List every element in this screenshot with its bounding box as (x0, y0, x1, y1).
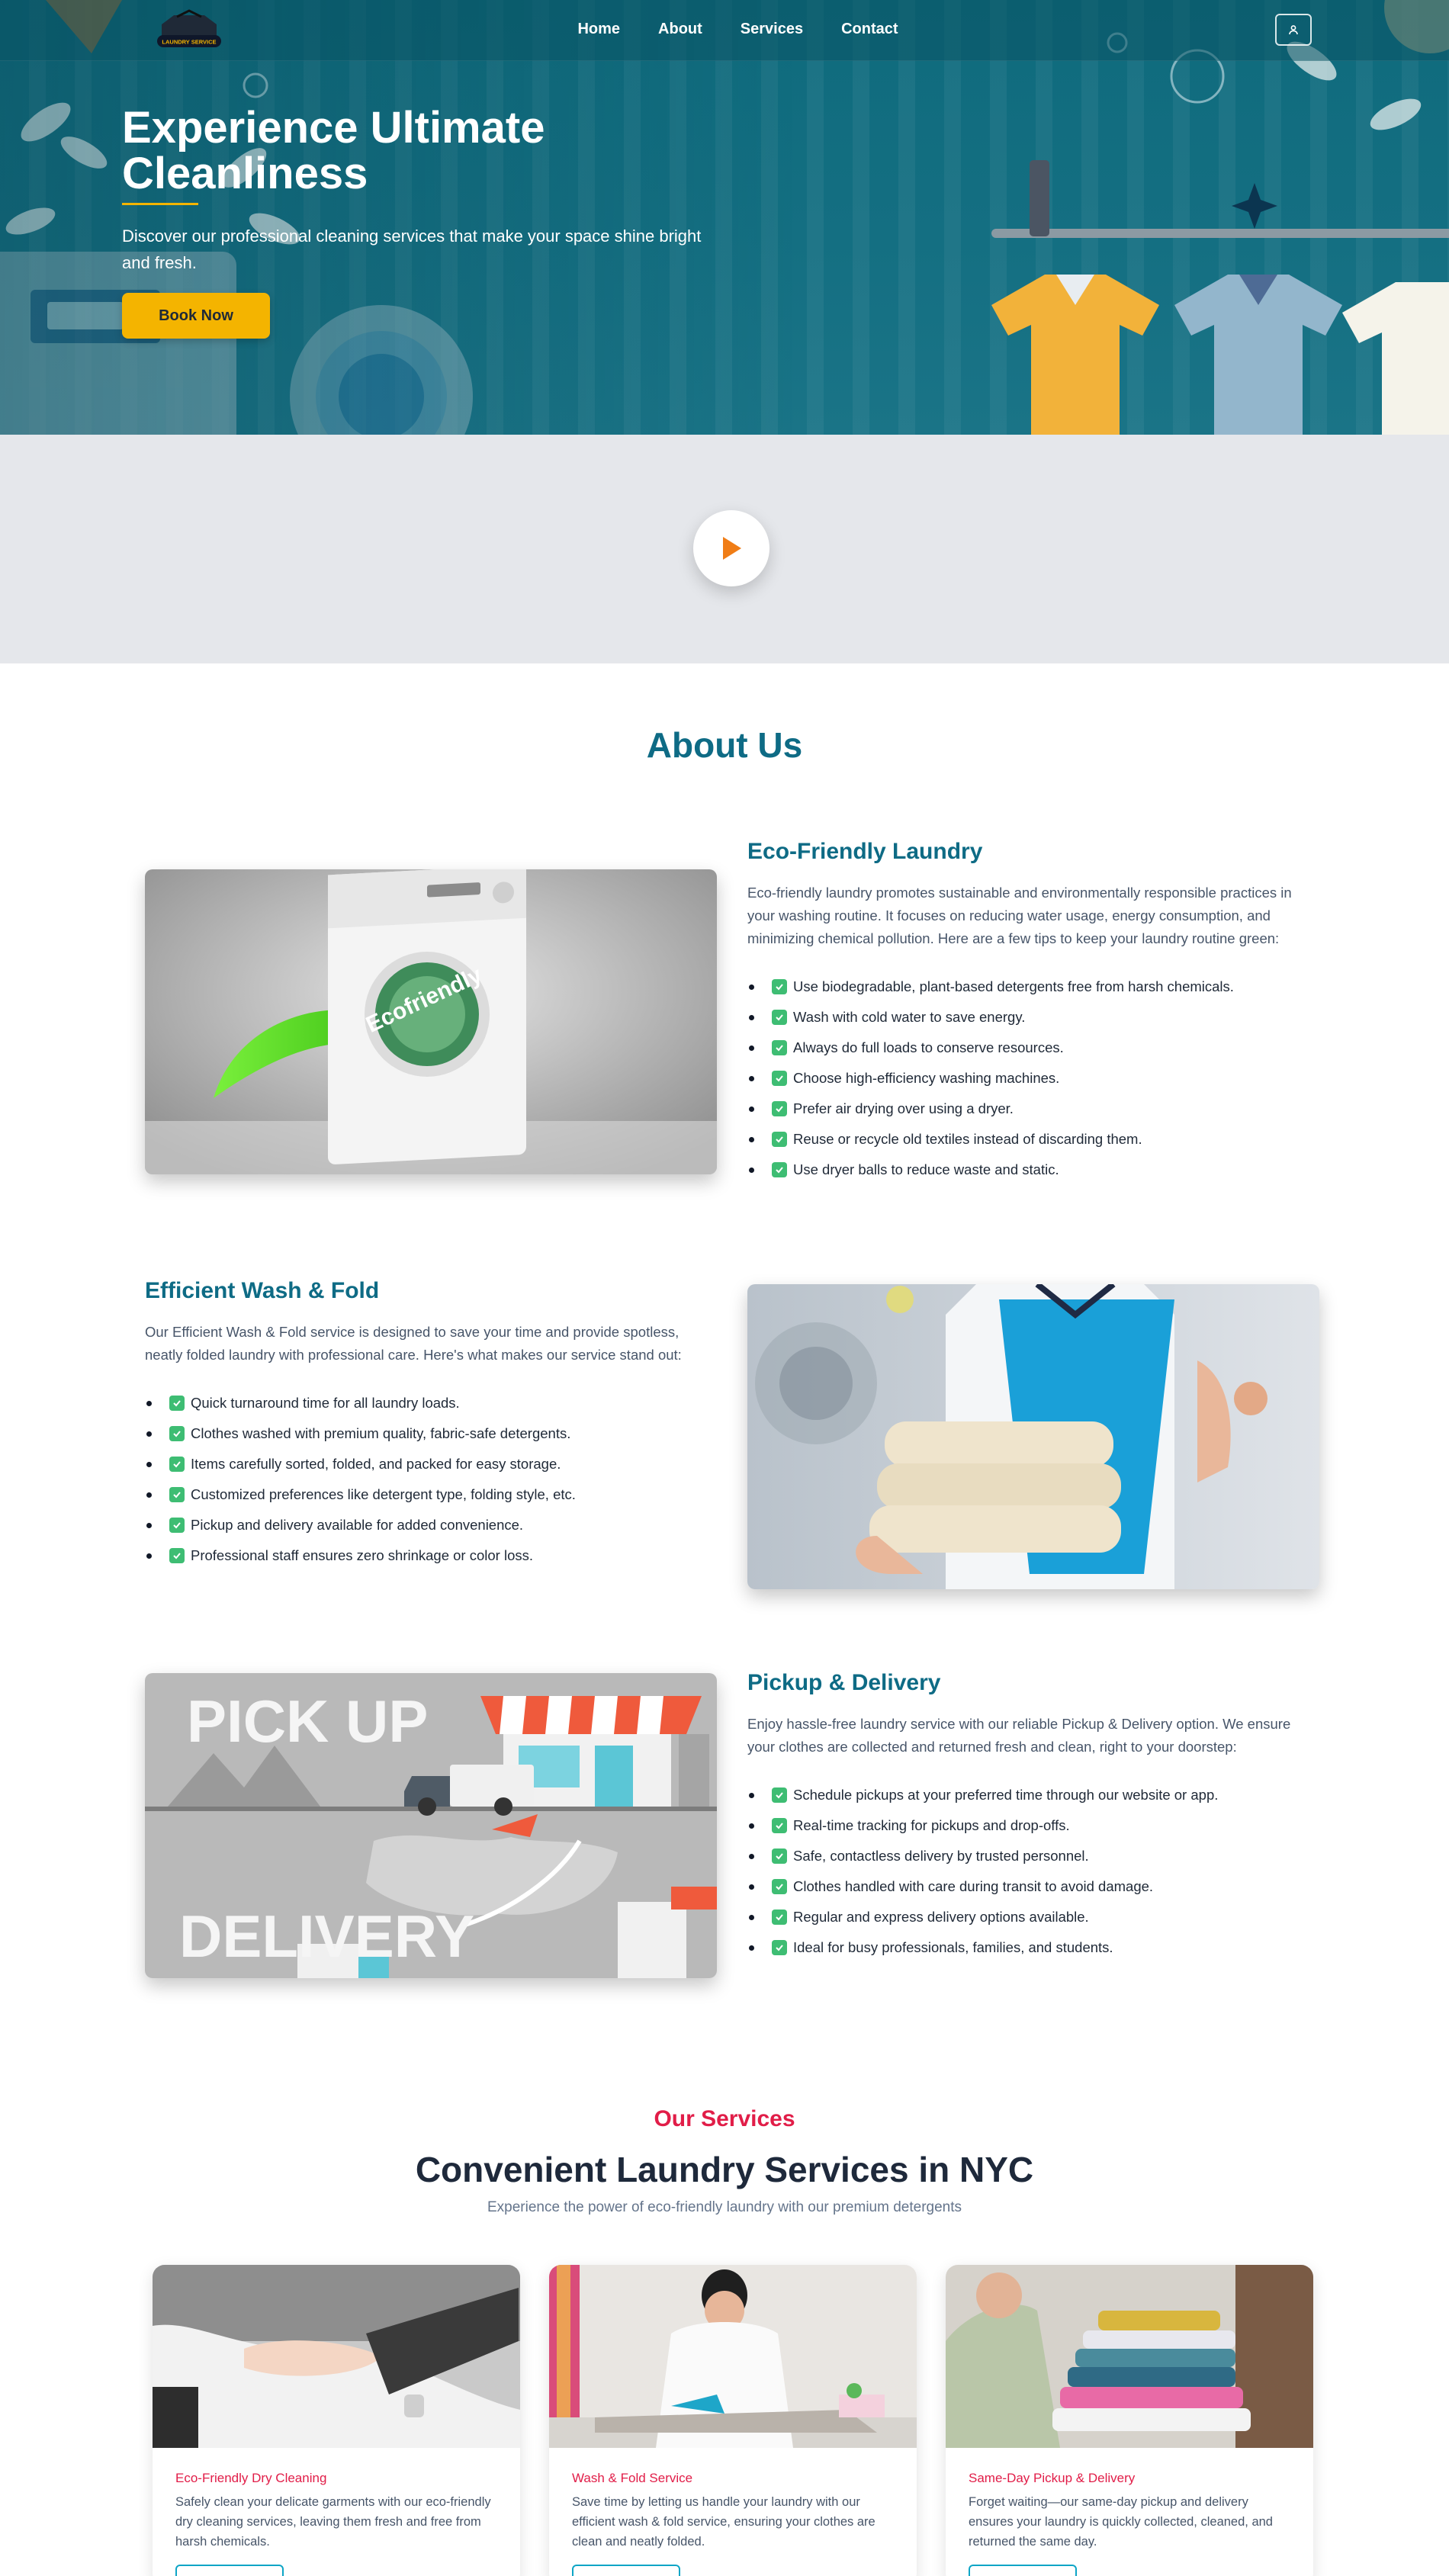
hero-section: LAUNDRY SERVICE Home About Services Cont… (0, 0, 1449, 435)
checkbox-icon (772, 1818, 787, 1833)
pickup-image-label: PICK UP (187, 1688, 428, 1755)
dry-cleaning-image (153, 2265, 520, 2448)
list-item: Items carefully sorted, folded, and pack… (145, 1449, 717, 1479)
hero-title: Experience Ultimate Cleanliness (122, 103, 545, 198)
checkbox-icon (169, 1487, 185, 1502)
list-item: Real-time tracking for pickups and drop-… (747, 1810, 1319, 1841)
checkbox-icon (772, 1848, 787, 1864)
list-item: Always do full loads to conserve resourc… (747, 1033, 1319, 1063)
same-day-title: Same-Day Pickup & Delivery (969, 2471, 1136, 2485)
checkbox-icon (772, 1940, 787, 1955)
delivery-image-label: DELIVERY (179, 1903, 474, 1970)
logo-text: LAUNDRY SERVICE (162, 39, 216, 46)
services-title: Convenient Laundry Services in NYC (415, 2150, 1034, 2189)
list-item: Customized preferences like detergent ty… (145, 1479, 717, 1510)
list-item: Quick turnaround time for all laundry lo… (145, 1388, 717, 1418)
eco-washing-machine-illustration: Ecofriendly (145, 869, 717, 1174)
video-section (0, 435, 1449, 663)
services-subtitle: Experience the power of eco-friendly lau… (487, 2199, 962, 2215)
play-icon (723, 537, 741, 560)
book-now-button[interactable]: Book Now (122, 293, 270, 339)
wash-fold-service-title: Wash & Fold Service (572, 2471, 693, 2485)
nav-link-home[interactable]: Home (577, 21, 620, 38)
wash-fold-heading: Efficient Wash & Fold (145, 1278, 380, 1303)
wash-fold-list: Quick turnaround time for all laundry lo… (145, 1388, 717, 1571)
eco-friendly-image: Ecofriendly (145, 869, 717, 1174)
nav-link-contact[interactable]: Contact (841, 21, 898, 38)
service-card-wash-fold[interactable]: Wash & Fold Service Save time by letting… (549, 2265, 917, 2576)
nav-link-services[interactable]: Services (741, 21, 803, 38)
wash-fold-description: Our Efficient Wash & Fold service is des… (145, 1324, 682, 1363)
list-item: Use biodegradable, plant-based detergent… (747, 972, 1319, 1002)
hero-shade (0, 0, 1449, 435)
checkbox-icon (169, 1518, 185, 1533)
checkbox-icon (169, 1426, 185, 1441)
checkbox-icon (772, 1040, 787, 1055)
checkbox-icon (169, 1396, 185, 1411)
list-item: Reuse or recycle old textiles instead of… (747, 1124, 1319, 1155)
checkbox-icon (772, 1879, 787, 1894)
pickup-delivery-heading: Pickup & Delivery (747, 1670, 941, 1695)
checkbox-icon (772, 1132, 787, 1147)
list-item: Schedule pickups at your preferred time … (747, 1780, 1319, 1810)
wash-fold-section: Efficient Wash & Fold Our Efficient Wash… (145, 1278, 717, 1571)
top-navbar: LAUNDRY SERVICE Home About Services Cont… (0, 0, 1449, 61)
checkbox-icon (772, 979, 787, 994)
dry-cleaning-title: Eco-Friendly Dry Cleaning (175, 2471, 327, 2485)
list-item: Use dryer balls to reduce waste and stat… (747, 1155, 1319, 1185)
checkbox-icon (772, 1910, 787, 1925)
list-item: Regular and express delivery options ava… (747, 1902, 1319, 1932)
checkbox-icon (169, 1457, 185, 1472)
pickup-delivery-list: Schedule pickups at your preferred time … (747, 1780, 1319, 1963)
checkbox-icon (772, 1010, 787, 1025)
list-item: Prefer air drying over using a dryer. (747, 1094, 1319, 1124)
eco-friendly-description: Eco-friendly laundry promotes sustainabl… (747, 885, 1292, 946)
folded-towels-photo (747, 1284, 1319, 1589)
play-video-button[interactable] (693, 510, 769, 586)
checkbox-icon (772, 1101, 787, 1116)
list-item: Ideal for busy professionals, families, … (747, 1932, 1319, 1963)
same-day-learn-more-button[interactable] (969, 2565, 1077, 2576)
nav-link-about[interactable]: About (658, 21, 702, 38)
list-item: Pickup and delivery available for added … (145, 1510, 717, 1540)
checkbox-icon (772, 1787, 787, 1803)
eco-friendly-section: Eco-Friendly Laundry Eco-friendly laundr… (747, 839, 1319, 1185)
dry-cleaning-learn-more-button[interactable] (175, 2565, 284, 2576)
pickup-delivery-description: Enjoy hassle-free laundry service with o… (747, 1716, 1291, 1755)
checkbox-icon (772, 1071, 787, 1086)
wash-fold-image (747, 1284, 1319, 1589)
wash-fold-service-text: Save time by letting us handle your laun… (572, 2495, 876, 2549)
list-item: Clothes washed with premium quality, fab… (145, 1418, 717, 1449)
wash-fold-learn-more-button[interactable] (572, 2565, 680, 2576)
pickup-delivery-section: Pickup & Delivery Enjoy hassle-free laun… (747, 1670, 1319, 1963)
list-item: Professional staff ensures zero shrinkag… (145, 1540, 717, 1571)
service-card-same-day[interactable]: Same-Day Pickup & Delivery Forget waitin… (946, 2265, 1313, 2576)
wash-fold-service-image (549, 2265, 917, 2448)
user-account-button[interactable] (1275, 14, 1312, 46)
about-title: About Us (646, 725, 803, 765)
service-card-dry-cleaning[interactable]: Eco-Friendly Dry Cleaning Safely clean y… (153, 2265, 520, 2576)
same-day-text: Forget waiting—our same-day pickup and d… (969, 2495, 1273, 2549)
user-icon (1289, 25, 1298, 35)
services-eyebrow: Our Services (654, 2106, 795, 2131)
list-item: Clothes handled with care during transit… (747, 1871, 1319, 1902)
pickup-delivery-illustration: PICK UP DELIVERY (145, 1673, 717, 1978)
list-item: Choose high-efficiency washing machines. (747, 1063, 1319, 1094)
list-item: Wash with cold water to save energy. (747, 1002, 1319, 1033)
dry-cleaning-text: Safely clean your delicate garments with… (175, 2495, 491, 2549)
hero-title-underline (122, 203, 198, 205)
checkbox-icon (169, 1548, 185, 1563)
checkbox-icon (772, 1162, 787, 1177)
same-day-image (946, 2265, 1313, 2448)
eco-friendly-list: Use biodegradable, plant-based detergent… (747, 972, 1319, 1185)
hero-subtitle: Discover our professional cleaning servi… (122, 226, 702, 272)
pickup-delivery-image: PICK UP DELIVERY (145, 1673, 717, 1978)
eco-friendly-heading: Eco-Friendly Laundry (747, 839, 983, 864)
list-item: Safe, contactless delivery by trusted pe… (747, 1841, 1319, 1871)
nav-links: Home About Services Contact (0, 21, 1449, 38)
